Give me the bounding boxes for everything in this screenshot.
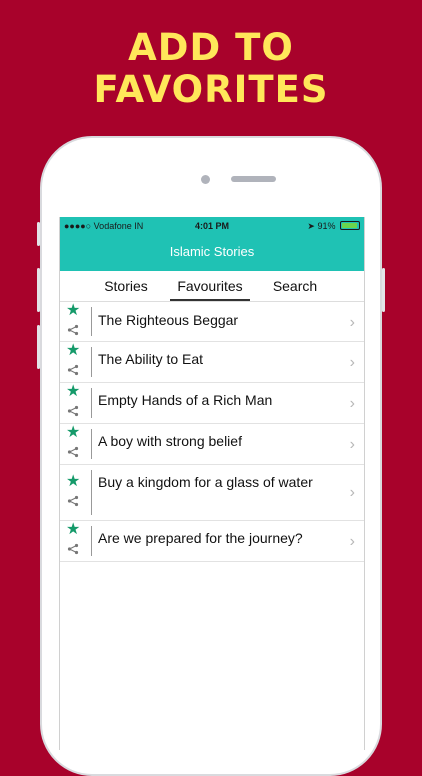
location-arrow-icon: ➤ <box>307 221 315 231</box>
story-title: Buy a kingdom for a glass of water <box>98 474 313 490</box>
speaker-grille <box>231 176 276 182</box>
chevron-right-icon: › <box>349 436 355 453</box>
list-item[interactable]: ★ Are we prepared for the journey? › <box>60 521 364 562</box>
battery-percent: 91% <box>317 221 336 231</box>
promo-headline-line1: ADD TO <box>128 26 294 69</box>
chevron-right-icon: › <box>349 395 355 412</box>
list-item[interactable]: ★ Empty Hands of a Rich Man › <box>60 383 364 424</box>
status-bar: ●●●●○ Vodafone IN 4:01 PM ➤ 91% <box>60 217 364 235</box>
phone-volume-up <box>37 268 40 312</box>
share-icon[interactable] <box>67 405 79 417</box>
star-icon[interactable]: ★ <box>66 425 80 441</box>
list-item[interactable]: ★ The Ability to Eat › <box>60 342 364 383</box>
tab-search[interactable]: Search <box>262 271 328 301</box>
tab-bar: Stories Favourites Search <box>60 271 364 302</box>
phone-power-button <box>382 268 385 312</box>
nav-bar-title: Islamic Stories <box>60 235 364 271</box>
battery-icon <box>340 221 360 230</box>
row-divider <box>91 388 92 418</box>
star-icon[interactable]: ★ <box>66 474 80 490</box>
share-icon[interactable] <box>67 446 79 458</box>
tab-favourites[interactable]: Favourites <box>170 271 250 301</box>
favourites-list: ★ The Righteous Beggar › ★ The Ability t… <box>60 302 364 562</box>
star-icon[interactable]: ★ <box>66 522 80 538</box>
phone-side-button <box>37 222 40 246</box>
phone-volume-down <box>37 325 40 369</box>
chevron-right-icon: › <box>349 314 355 331</box>
story-title: Empty Hands of a Rich Man <box>98 392 273 408</box>
list-item[interactable]: ★ The Righteous Beggar › <box>60 302 364 342</box>
row-divider <box>91 526 92 556</box>
story-title: Are we prepared for the journey? <box>98 530 303 546</box>
share-icon[interactable] <box>67 543 79 555</box>
story-title: The Righteous Beggar <box>98 312 239 328</box>
chevron-right-icon: › <box>349 354 355 371</box>
row-divider <box>91 347 92 377</box>
battery-status: ➤ 91% <box>307 221 360 232</box>
star-icon[interactable]: ★ <box>66 303 80 319</box>
list-item[interactable]: ★ A boy with strong belief › <box>60 424 364 465</box>
share-icon[interactable] <box>67 324 79 336</box>
chevron-right-icon: › <box>349 533 355 550</box>
story-title: A boy with strong belief <box>98 433 242 449</box>
chevron-right-icon: › <box>349 484 355 501</box>
row-divider <box>91 307 92 336</box>
row-divider <box>91 429 92 459</box>
camera-dot <box>201 175 210 184</box>
star-icon[interactable]: ★ <box>66 384 80 400</box>
promo-headline-line2: FAVORITES <box>93 68 329 111</box>
share-icon[interactable] <box>67 364 79 376</box>
tab-stories[interactable]: Stories <box>88 271 164 301</box>
story-title: The Ability to Eat <box>98 351 204 367</box>
row-divider <box>91 470 92 515</box>
app-screen: ●●●●○ Vodafone IN 4:01 PM ➤ 91% Islamic … <box>59 217 365 750</box>
star-icon[interactable]: ★ <box>66 343 80 359</box>
list-item[interactable]: ★ Buy a kingdom for a glass of water › <box>60 465 364 521</box>
share-icon[interactable] <box>67 495 79 507</box>
